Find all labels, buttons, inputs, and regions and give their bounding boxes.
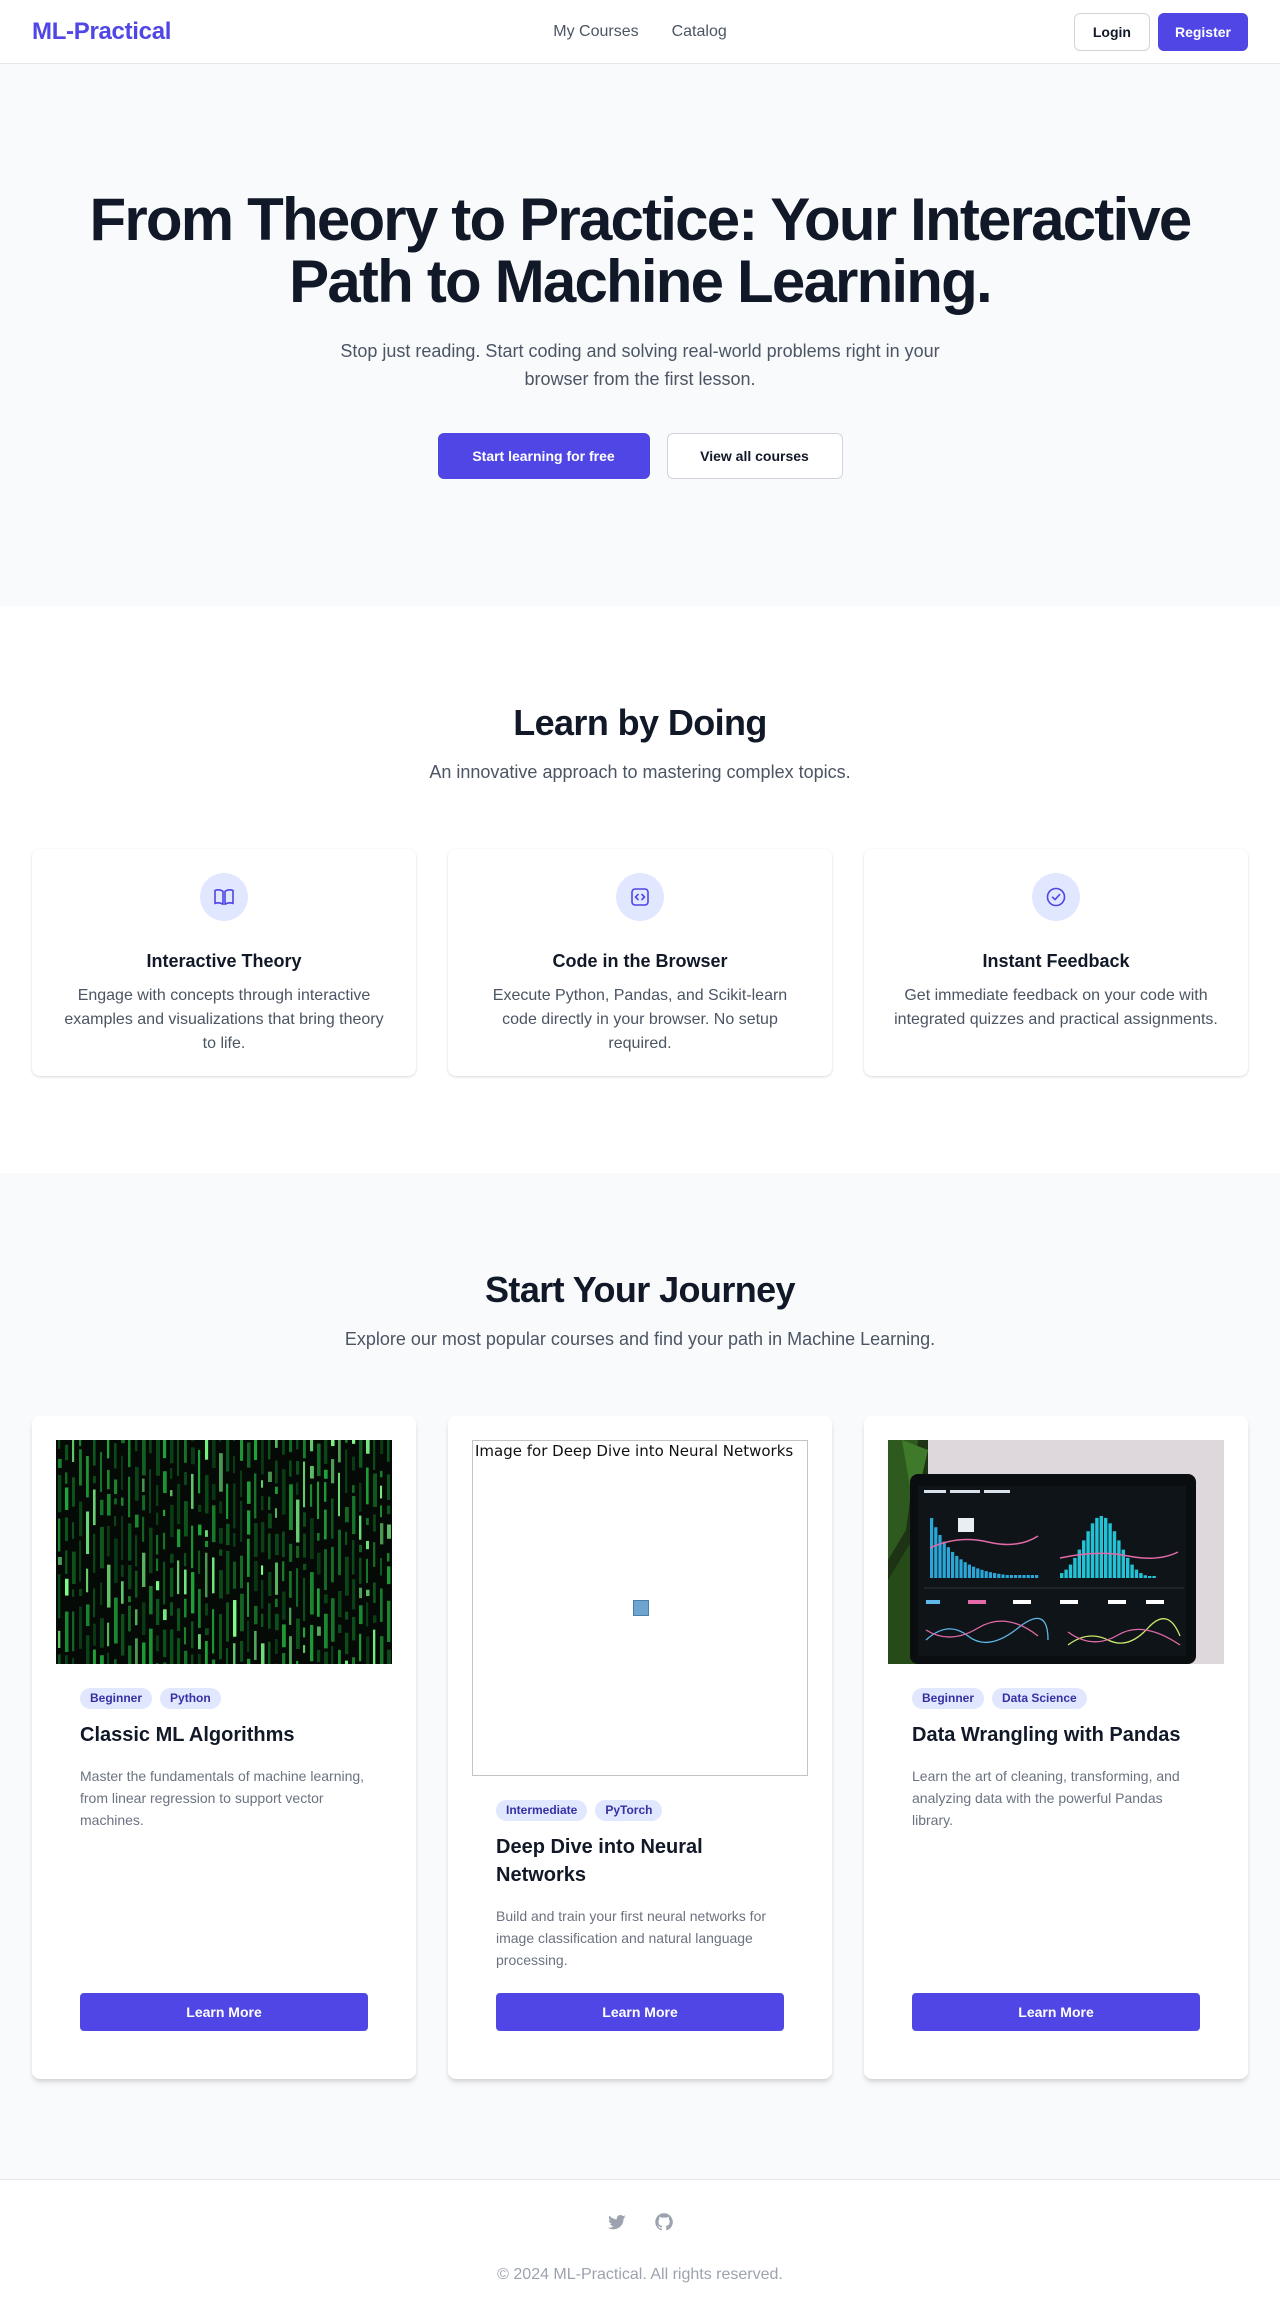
tag-badge: Beginner: [912, 1688, 985, 1709]
feature-text: Execute Python, Pandas, and Scikit-learn…: [492, 987, 788, 1052]
course-tags: Intermediate PyTorch: [496, 1800, 784, 1821]
tag-badge: Data Science: [992, 1688, 1087, 1709]
nav-link-catalog[interactable]: Catalog: [672, 23, 727, 41]
courses-section: Start Your Journey Explore our most popu…: [0, 1173, 1280, 2179]
hero-section: From Theory to Practice: Your Interactiv…: [0, 64, 1280, 606]
twitter-icon[interactable]: [607, 2212, 627, 2232]
brand-logo[interactable]: ML-Practical: [32, 18, 171, 46]
feature-title: Interactive Theory: [146, 951, 302, 971]
copyright-text: © 2024 ML-Practical. All rights reserved…: [497, 2266, 783, 2283]
course-grid: Beginner Python Classic ML Algorithms Ma…: [0, 1416, 1280, 2079]
hero-title: From Theory to Practice: Your Interactiv…: [89, 186, 1193, 315]
nav-links: My Courses Catalog: [553, 23, 727, 41]
code-icon: [616, 873, 664, 921]
matrix-code-image: [56, 1440, 392, 1664]
course-card-neural-networks: Image for Deep Dive into Neural Networks…: [448, 1416, 832, 2079]
hero-buttons: Start learning for free View all courses: [0, 433, 1280, 479]
feature-title: Instant Feedback: [982, 951, 1130, 971]
course-body: Intermediate PyTorch Deep Dive into Neur…: [472, 1800, 808, 1971]
features-title: Learn by Doing: [513, 702, 767, 743]
course-tags: Beginner Data Science: [912, 1688, 1200, 1709]
learn-more-button[interactable]: Learn More: [80, 1993, 368, 2031]
course-title: Data Wrangling with Pandas: [912, 1724, 1181, 1746]
course-tags: Beginner Python: [80, 1688, 368, 1709]
image-alt-text: Image for Deep Dive into Neural Networks: [475, 1442, 794, 1460]
course-card-classic-ml: Beginner Python Classic ML Algorithms Ma…: [32, 1416, 416, 2079]
features-subtitle: An innovative approach to mastering comp…: [429, 762, 851, 782]
learn-more-button[interactable]: Learn More: [912, 1993, 1200, 2031]
hero-subtitle: Stop just reading. Start coding and solv…: [340, 341, 940, 389]
feature-card-interactive-theory: Interactive Theory Engage with concepts …: [32, 849, 416, 1076]
feature-grid: Interactive Theory Engage with concepts …: [0, 849, 1280, 1076]
nav-link-my-courses[interactable]: My Courses: [553, 23, 638, 41]
tag-badge: Python: [160, 1688, 221, 1709]
start-learning-button[interactable]: Start learning for free: [437, 433, 650, 479]
course-description: Learn the art of cleaning, transforming,…: [912, 1768, 1180, 1828]
features-section: Learn by Doing An innovative approach to…: [0, 606, 1280, 1173]
feature-text: Get immediate feedback on your code with…: [894, 987, 1218, 1028]
register-button[interactable]: Register: [1157, 12, 1248, 51]
social-links: [0, 2212, 1280, 2232]
view-all-courses-button[interactable]: View all courses: [666, 433, 843, 479]
footer: © 2024 ML-Practical. All rights reserved…: [0, 2179, 1280, 2323]
analytics-dashboard-image: [888, 1440, 1224, 1664]
feature-text: Engage with concepts through interactive…: [64, 987, 384, 1052]
course-body: Beginner Python Classic ML Algorithms Ma…: [56, 1688, 392, 1831]
nav-actions: Login Register: [1073, 12, 1248, 51]
navbar: ML-Practical My Courses Catalog Login Re…: [0, 0, 1280, 64]
learn-more-button[interactable]: Learn More: [496, 1993, 784, 2031]
courses-title: Start Your Journey: [485, 1269, 796, 1310]
course-title: Classic ML Algorithms: [80, 1724, 295, 1746]
course-description: Master the fundamentals of machine learn…: [80, 1768, 365, 1828]
tag-badge: Beginner: [80, 1688, 153, 1709]
course-body: Beginner Data Science Data Wrangling wit…: [888, 1688, 1224, 1831]
course-title: Deep Dive into Neural Networks: [496, 1836, 703, 1886]
login-button[interactable]: Login: [1073, 12, 1150, 51]
check-circle-icon: [1032, 873, 1080, 921]
courses-subtitle: Explore our most popular courses and fin…: [344, 1329, 936, 1349]
feature-card-instant-feedback: Instant Feedback Get immediate feedback …: [864, 849, 1248, 1076]
feature-title: Code in the Browser: [552, 951, 728, 971]
feature-card-code-in-browser: Code in the Browser Execute Python, Pand…: [448, 849, 832, 1076]
course-card-pandas: Beginner Data Science Data Wrangling wit…: [864, 1416, 1248, 2079]
broken-image-icon: [633, 1600, 649, 1616]
tag-badge: PyTorch: [595, 1800, 663, 1821]
broken-image-placeholder: Image for Deep Dive into Neural Networks: [472, 1440, 808, 1776]
book-open-icon: [200, 873, 248, 921]
github-icon[interactable]: [654, 2212, 674, 2232]
course-description: Build and train your first neural networ…: [496, 1908, 767, 1968]
tag-badge: Intermediate: [496, 1800, 588, 1821]
